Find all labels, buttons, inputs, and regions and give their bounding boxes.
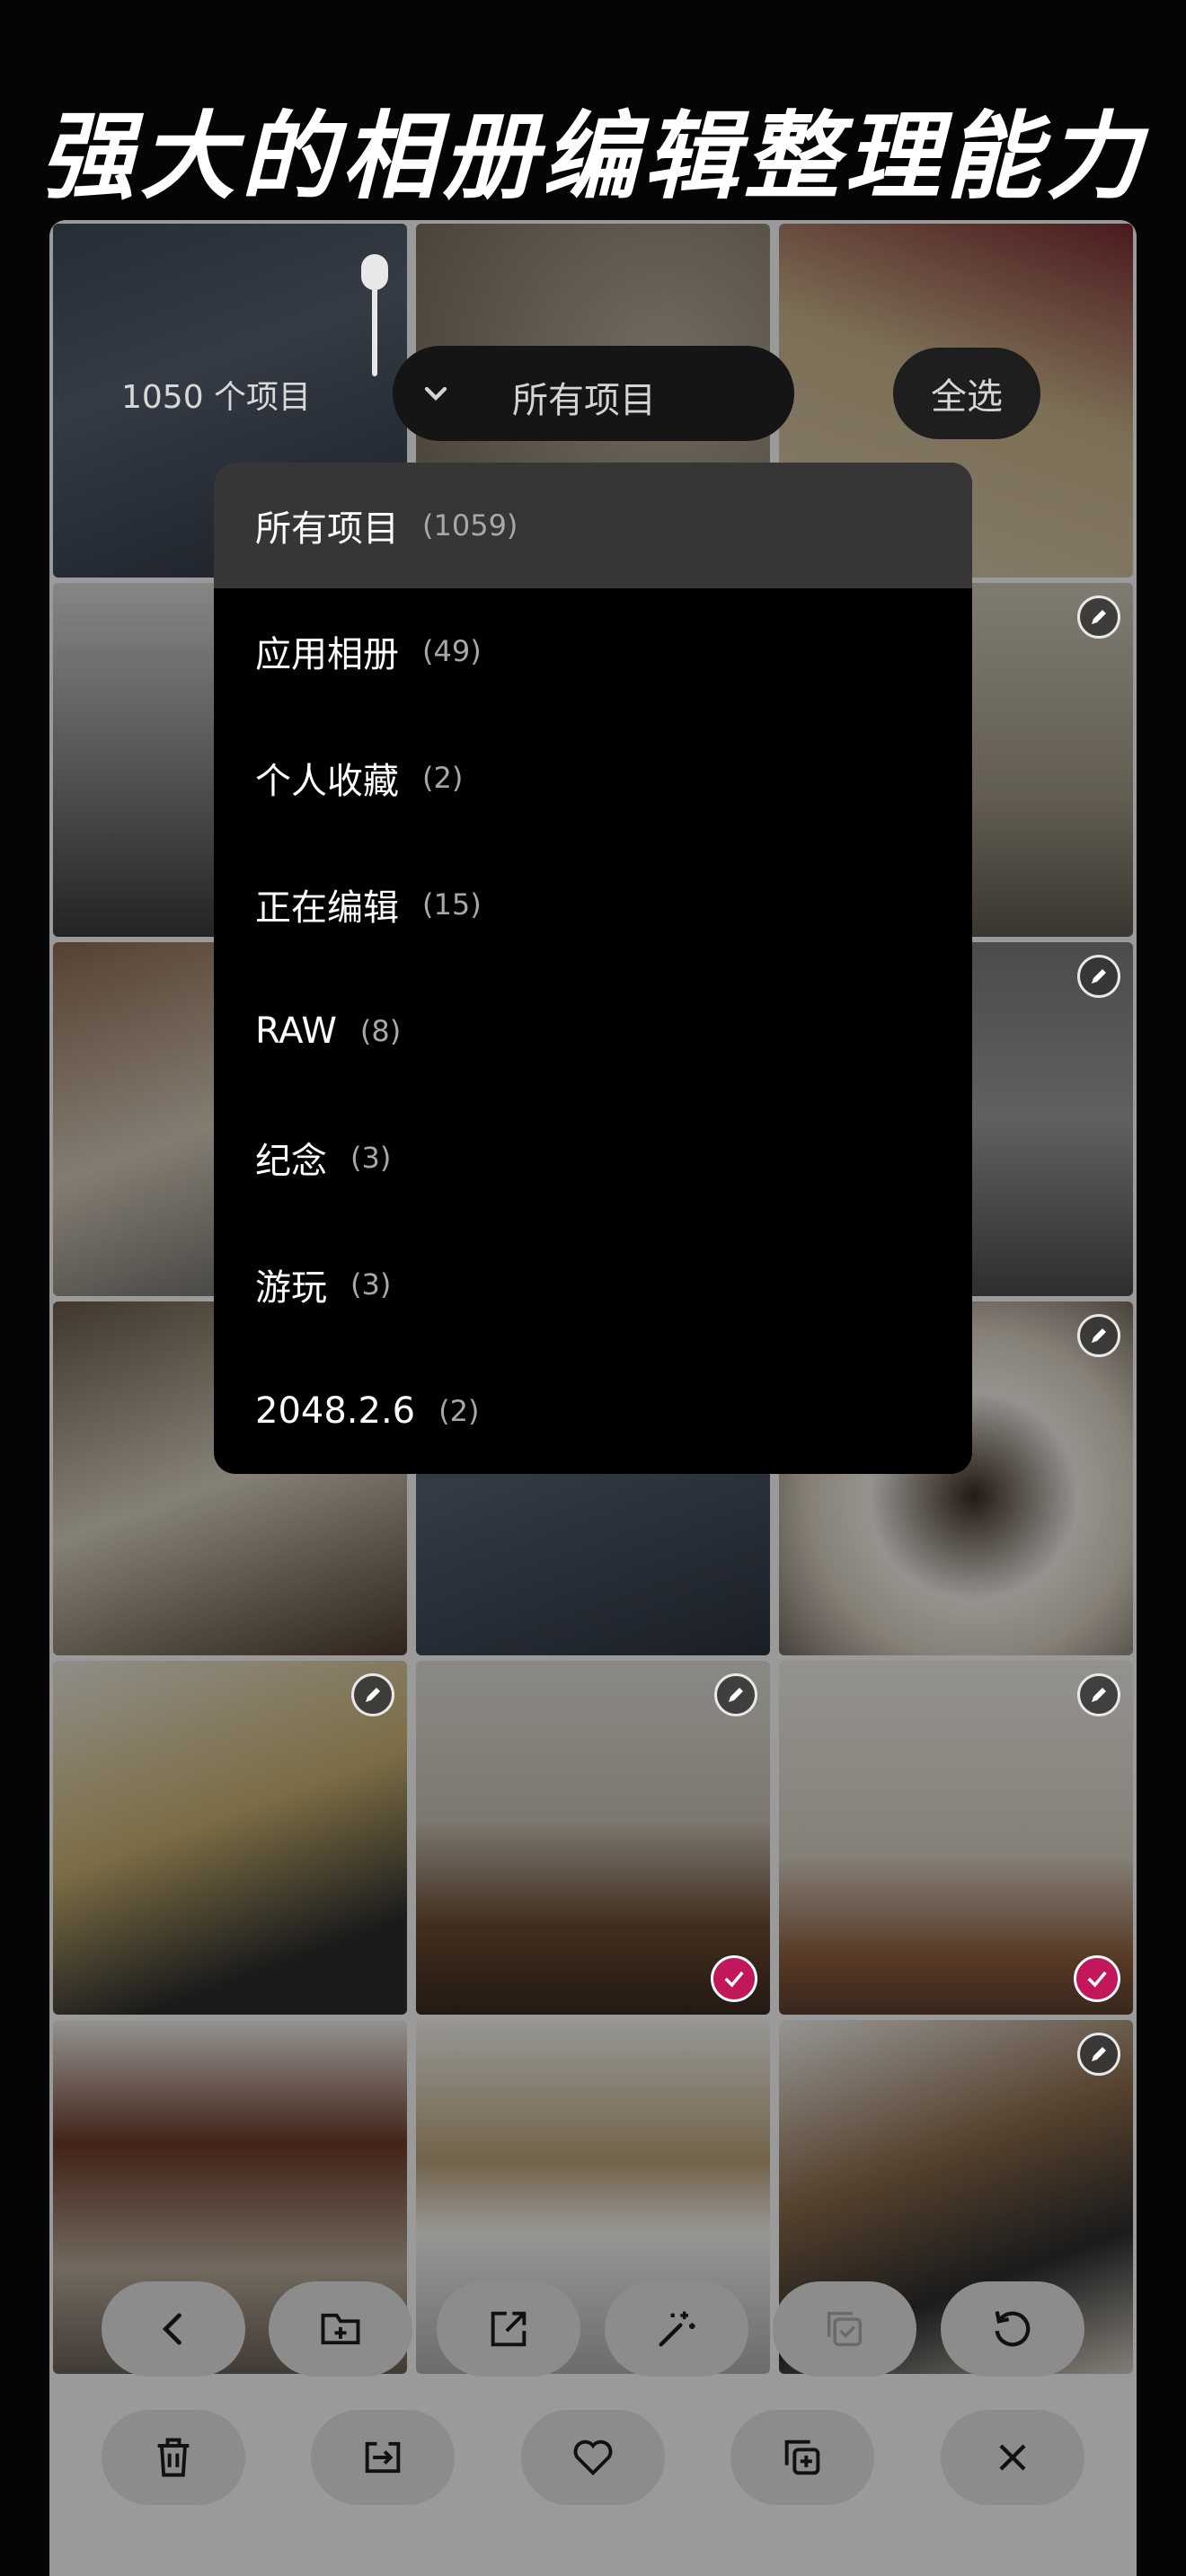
favorite-button[interactable] [521, 2410, 665, 2505]
share-icon [491, 2311, 527, 2347]
delete-button[interactable] [102, 2410, 245, 2505]
dropdown-item-label: 所有项目 [255, 508, 399, 550]
pencil-icon [714, 1673, 757, 1716]
rotate-button[interactable] [941, 2281, 1084, 2377]
move-icon [365, 2441, 401, 2474]
dropdown-item-memories[interactable]: 纪念 (3) [214, 1095, 972, 1221]
pencil-icon [1077, 955, 1120, 998]
dropdown-item-raw[interactable]: RAW (8) [214, 968, 972, 1094]
dropdown-item-count: (3) [350, 1141, 392, 1175]
magic-edit-button[interactable] [605, 2281, 748, 2377]
dropdown-item-app-albums[interactable]: 应用相册 (49) [214, 588, 972, 714]
headline: 强大的相册编辑整理能力 [40, 101, 1146, 212]
dropdown-item-label: 应用相册 [255, 634, 399, 675]
dropdown-item-count: (49) [422, 634, 482, 668]
dropdown-item-trips[interactable]: 游玩 (3) [214, 1222, 972, 1347]
check-icon[interactable] [1074, 1955, 1120, 2002]
dropdown-item-count: (2) [438, 1394, 480, 1428]
select-all-button[interactable]: 全选 [893, 348, 1040, 439]
rotate-icon [995, 2311, 1031, 2347]
duplicate-icon [784, 2439, 820, 2475]
share-button[interactable] [437, 2281, 580, 2377]
close-selection-button[interactable] [941, 2410, 1084, 2505]
item-count-label: 1050 个项目 [121, 379, 312, 416]
dropdown-item-label: 正在编辑 [255, 887, 399, 929]
dropdown-item-date[interactable]: 2048.2.6 (2) [214, 1348, 972, 1474]
back-button[interactable] [102, 2281, 245, 2377]
album-dropdown: 所有项目 (1059) 应用相册 (49) 个人收藏 (2) 正在编辑 (15)… [214, 463, 972, 1474]
move-button[interactable] [311, 2410, 455, 2505]
pencil-icon [1077, 2033, 1120, 2076]
scroll-scrubber[interactable] [359, 254, 390, 434]
add-to-folder-icon [321, 2313, 360, 2345]
dropdown-item-label: 纪念 [255, 1141, 327, 1182]
dropdown-item-count: (3) [350, 1267, 392, 1301]
dropdown-item-count: (15) [422, 887, 482, 922]
trash-icon [157, 2438, 190, 2477]
dropdown-item-favorites[interactable]: 个人收藏 (2) [214, 715, 972, 841]
heart-icon [573, 2439, 613, 2476]
add-to-folder-button[interactable] [269, 2281, 412, 2377]
dropdown-item-label: 游玩 [255, 1267, 327, 1309]
photo-tile[interactable] [779, 1661, 1133, 2015]
copy-check-button[interactable] [773, 2281, 916, 2377]
dropdown-item-label: 2048.2.6 [255, 1390, 416, 1432]
back-icon [162, 2313, 181, 2345]
close-icon [999, 2444, 1026, 2471]
album-selector[interactable]: 所有项目 [393, 346, 794, 441]
pencil-icon [351, 1673, 394, 1716]
chevron-down-icon [424, 386, 447, 401]
pencil-icon [1077, 1673, 1120, 1716]
pencil-icon [1077, 1314, 1120, 1357]
album-selector-label: 所有项目 [512, 380, 656, 421]
dropdown-item-count: (1059) [422, 508, 518, 543]
check-icon[interactable] [711, 1955, 757, 2002]
dropdown-item-count: (8) [359, 1014, 402, 1048]
copy-check-icon [827, 2311, 863, 2347]
photo-tile[interactable] [53, 1661, 407, 2015]
duplicate-button[interactable] [730, 2410, 874, 2505]
magic-wand-icon [659, 2311, 695, 2347]
dropdown-item-label: RAW [255, 1010, 337, 1052]
dropdown-item-count: (2) [422, 761, 464, 795]
pencil-icon [1077, 595, 1120, 639]
dropdown-item-editing[interactable]: 正在编辑 (15) [214, 842, 972, 967]
dropdown-item-label: 个人收藏 [255, 761, 399, 802]
dropdown-item-all[interactable]: 所有项目 (1059) [214, 463, 972, 588]
photo-tile[interactable] [416, 1661, 770, 2015]
